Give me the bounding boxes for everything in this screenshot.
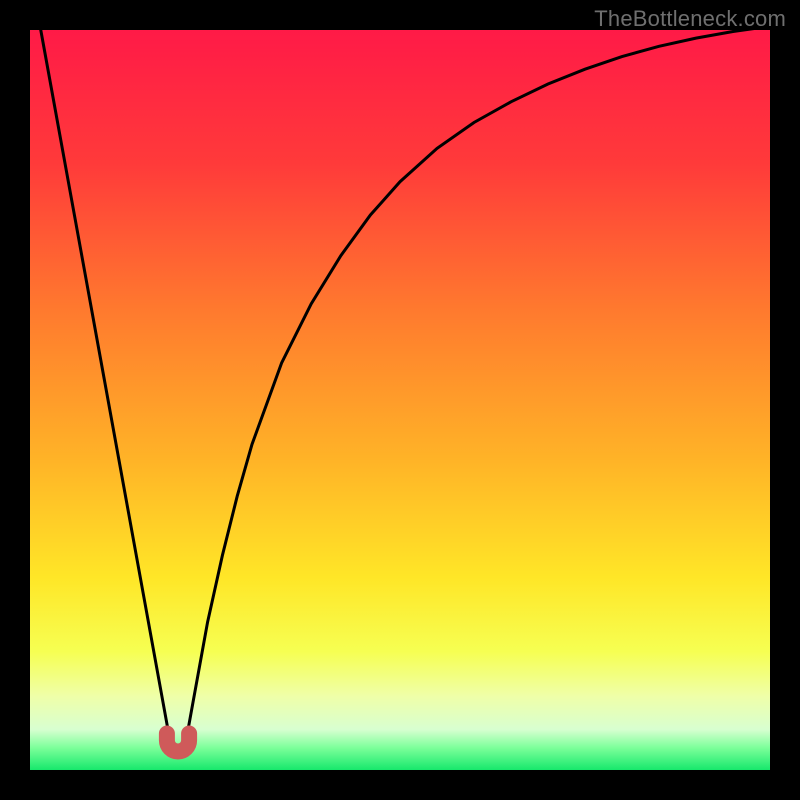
- chart-frame: TheBottleneck.com: [0, 0, 800, 800]
- gradient-background: [30, 30, 770, 770]
- chart-svg: [30, 30, 770, 770]
- watermark-text: TheBottleneck.com: [594, 6, 786, 32]
- plot-area: [30, 30, 770, 770]
